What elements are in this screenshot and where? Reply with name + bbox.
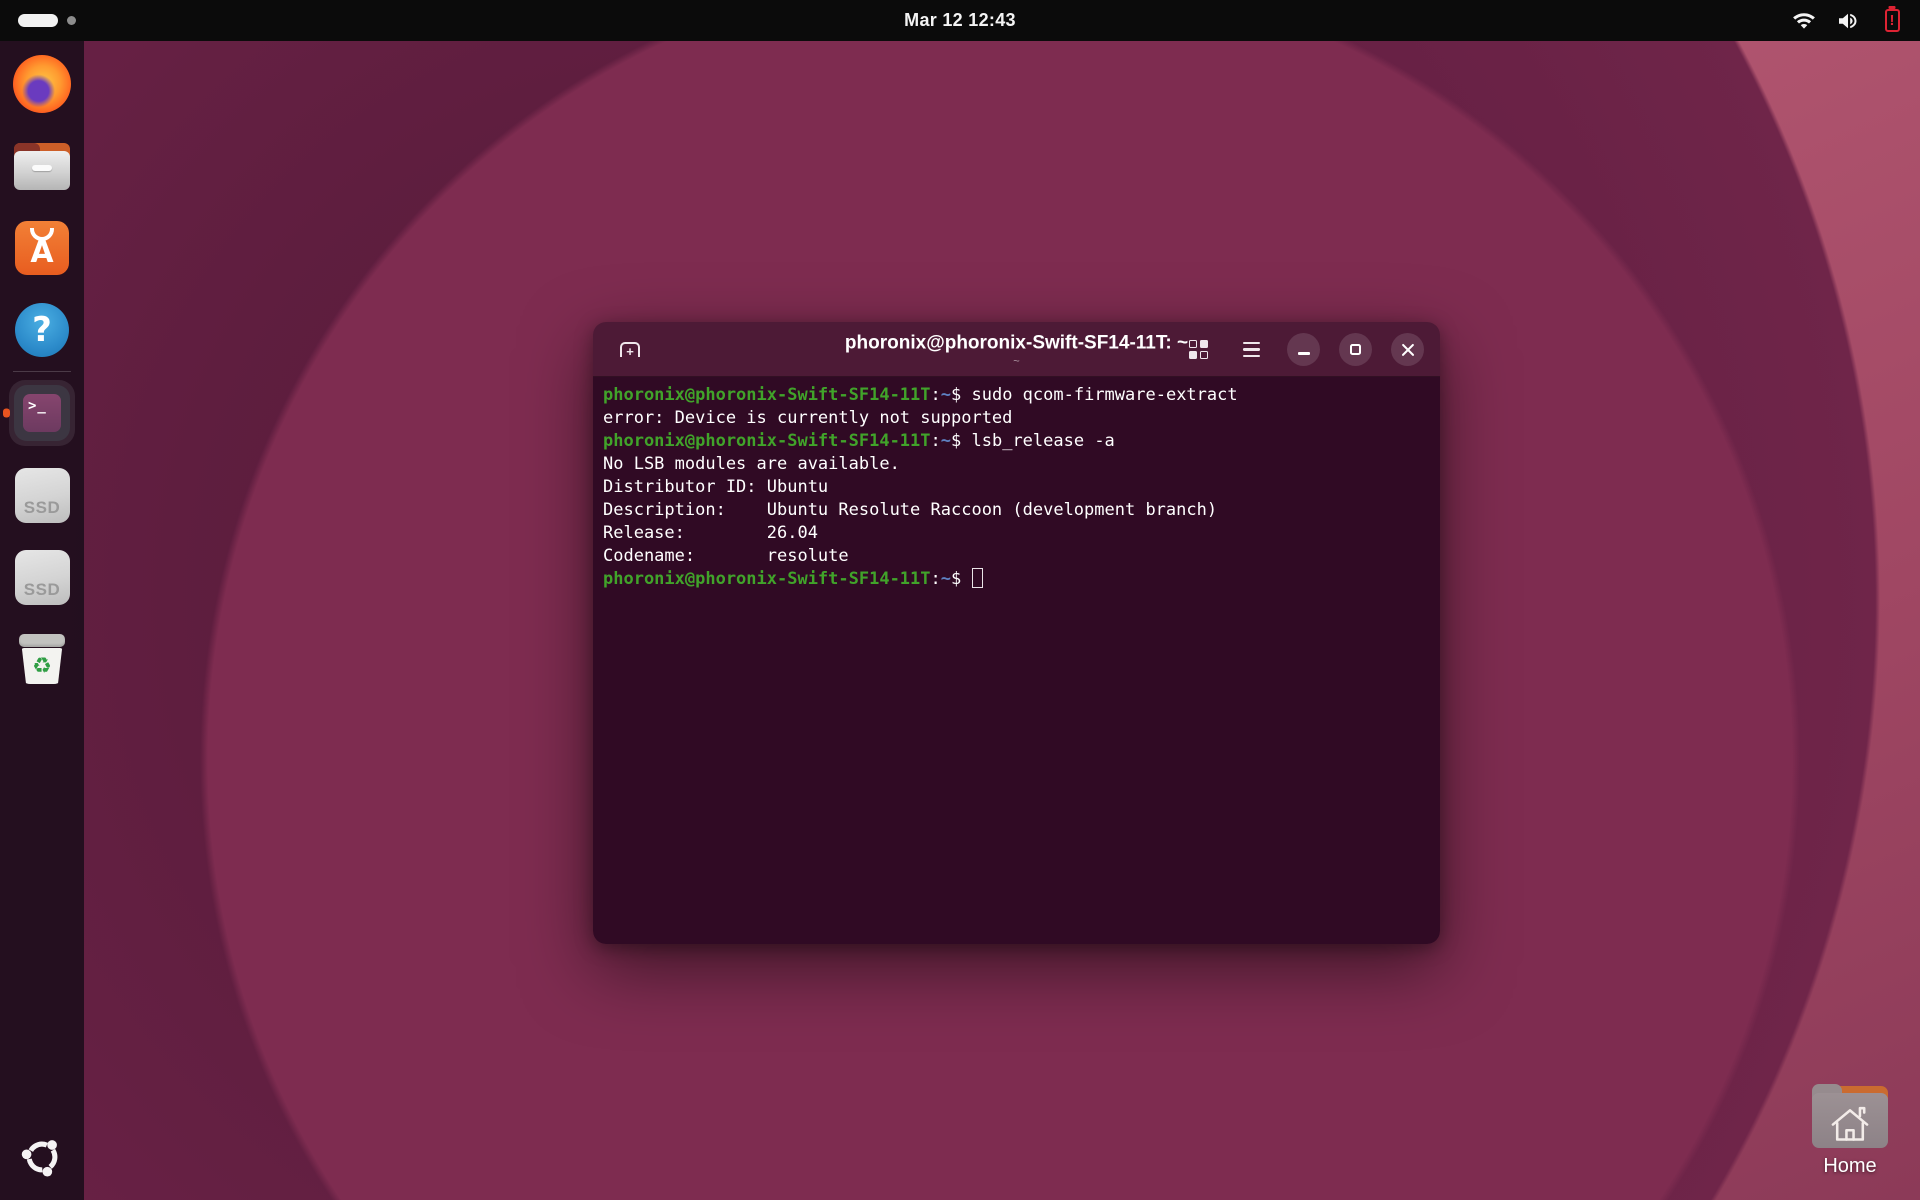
new-tab-button[interactable]: +	[613, 333, 647, 367]
recycle-icon: ♻	[32, 655, 52, 677]
clock[interactable]: Mar 12 12:43	[904, 0, 1016, 41]
system-status-area[interactable]: !	[1792, 0, 1904, 41]
terminal-output: phoronix@phoronix-Swift-SF14-11T:~$ sudo…	[603, 384, 1430, 591]
dock-item-firefox[interactable]	[0, 43, 84, 125]
running-app-indicator	[3, 409, 10, 418]
terminal-line: phoronix@phoronix-Swift-SF14-11T:~$ sudo…	[603, 384, 1430, 407]
terminal-cursor	[972, 568, 983, 588]
terminal-line: Description: Ubuntu Resolute Raccoon (de…	[603, 499, 1430, 522]
terminal-app-tile: >_	[9, 380, 75, 446]
dock: A ? >_ SSD SSD	[0, 41, 84, 1200]
terminal-line: error: Device is currently not supported	[603, 407, 1430, 430]
minimize-button[interactable]	[1287, 333, 1320, 366]
volume-icon	[1836, 9, 1860, 33]
terminal-line: phoronix@phoronix-Swift-SF14-11T:~$ lsb_…	[603, 430, 1430, 453]
dock-item-app-center[interactable]: A	[0, 207, 84, 289]
workspace-inactive-dot[interactable]	[67, 16, 76, 25]
house-icon	[1823, 1098, 1877, 1144]
terminal-icon: >_	[14, 385, 70, 441]
maximize-button[interactable]	[1339, 333, 1372, 366]
terminal-content[interactable]: phoronix@phoronix-Swift-SF14-11T:~$ sudo…	[593, 377, 1440, 944]
dock-item-terminal[interactable]: >_	[0, 372, 84, 454]
ubuntu-logo-icon[interactable]	[19, 1134, 65, 1180]
app-center-icon: A	[15, 221, 69, 275]
firefox-icon	[13, 55, 71, 113]
maximize-icon	[1350, 344, 1361, 355]
close-button[interactable]	[1391, 333, 1424, 366]
window-subtitle: ~	[762, 355, 1270, 367]
terminal-window: + phoronix@phoronix-Swift-SF14-11T: ~ ~	[593, 322, 1440, 944]
dock-item-trash[interactable]: ♻	[0, 618, 84, 700]
help-icon: ?	[15, 303, 69, 357]
terminal-line: Release: 26.04	[603, 522, 1430, 545]
window-title: phoronix@phoronix-Swift-SF14-11T: ~	[762, 332, 1270, 354]
dock-item-ssd-2[interactable]: SSD	[0, 536, 84, 618]
home-folder-icon	[1812, 1084, 1888, 1148]
window-title-area: phoronix@phoronix-Swift-SF14-11T: ~ ~	[762, 332, 1270, 367]
files-folder-icon	[14, 143, 70, 190]
ssd-drive-icon: SSD	[15, 468, 70, 523]
dock-item-help[interactable]: ?	[0, 289, 84, 371]
home-label: Home	[1823, 1155, 1876, 1178]
trash-icon: ♻	[19, 634, 65, 684]
battery-critical-icon: !	[1880, 9, 1904, 33]
ssd-drive-icon: SSD	[15, 550, 70, 605]
terminal-line: phoronix@phoronix-Swift-SF14-11T:~$	[603, 568, 1430, 591]
terminal-line: No LSB modules are available.	[603, 453, 1430, 476]
terminal-line: Codename: resolute	[603, 545, 1430, 568]
dock-item-files[interactable]	[0, 125, 84, 207]
terminal-titlebar[interactable]: + phoronix@phoronix-Swift-SF14-11T: ~ ~	[593, 322, 1440, 377]
workspace-indicator[interactable]	[18, 0, 76, 41]
minimize-icon	[1298, 352, 1310, 354]
terminal-line: Distributor ID: Ubuntu	[603, 476, 1430, 499]
desktop-home-folder[interactable]: Home	[1802, 1084, 1898, 1178]
desktop: Mar 12 12:43 !	[0, 0, 1920, 1200]
top-bar: Mar 12 12:43 !	[0, 0, 1920, 41]
close-icon	[1401, 343, 1415, 357]
workspace-active-pill[interactable]	[18, 14, 58, 27]
dock-item-ssd-1[interactable]: SSD	[0, 454, 84, 536]
wifi-icon	[1792, 9, 1816, 33]
new-tab-icon: +	[620, 342, 640, 357]
